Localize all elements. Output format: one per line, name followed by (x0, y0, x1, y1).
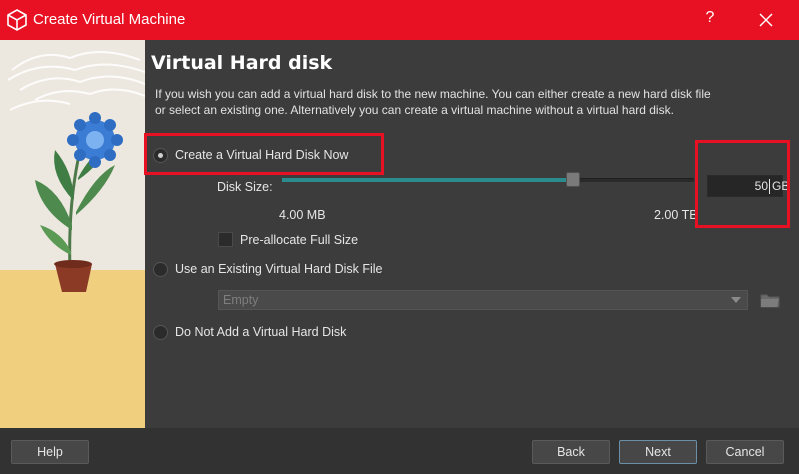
existing-disk-select[interactable]: Empty (218, 290, 748, 310)
virtualbox-logo-icon (7, 9, 27, 31)
chevron-down-icon (731, 297, 741, 303)
help-title-button[interactable]: ? (700, 9, 720, 31)
back-button[interactable]: Back (532, 440, 610, 464)
help-button[interactable]: Help (11, 440, 89, 464)
page-description: If you wish you can add a virtual hard d… (155, 87, 711, 117)
preallocate-label[interactable]: Pre-allocate Full Size (240, 233, 358, 247)
no-disk-radio[interactable] (153, 325, 168, 340)
cancel-button[interactable]: Cancel (706, 440, 784, 464)
close-icon[interactable] (752, 6, 780, 34)
no-disk-label[interactable]: Do Not Add a Virtual Hard Disk (175, 325, 346, 339)
annotation-box-create-option (144, 133, 384, 175)
folder-icon[interactable] (758, 289, 782, 311)
title-bar: Create Virtual Machine ? (0, 0, 799, 40)
preallocate-checkbox[interactable] (218, 232, 233, 247)
disk-size-label: Disk Size: (217, 180, 273, 194)
wizard-illustration (0, 40, 145, 428)
use-existing-label[interactable]: Use an Existing Virtual Hard Disk File (175, 262, 382, 276)
disk-size-slider-fill (282, 178, 572, 182)
annotation-box-disk-size (695, 140, 790, 228)
disk-size-min-label: 4.00 MB (279, 208, 326, 222)
use-existing-radio[interactable] (153, 262, 168, 277)
next-button[interactable]: Next (619, 440, 697, 464)
window-title: Create Virtual Machine (33, 11, 186, 28)
page-title: Virtual Hard disk (151, 52, 333, 74)
disk-size-slider-handle[interactable] (566, 172, 580, 187)
disk-size-max-label: 2.00 TB (654, 208, 698, 222)
existing-disk-selected: Empty (223, 293, 259, 307)
